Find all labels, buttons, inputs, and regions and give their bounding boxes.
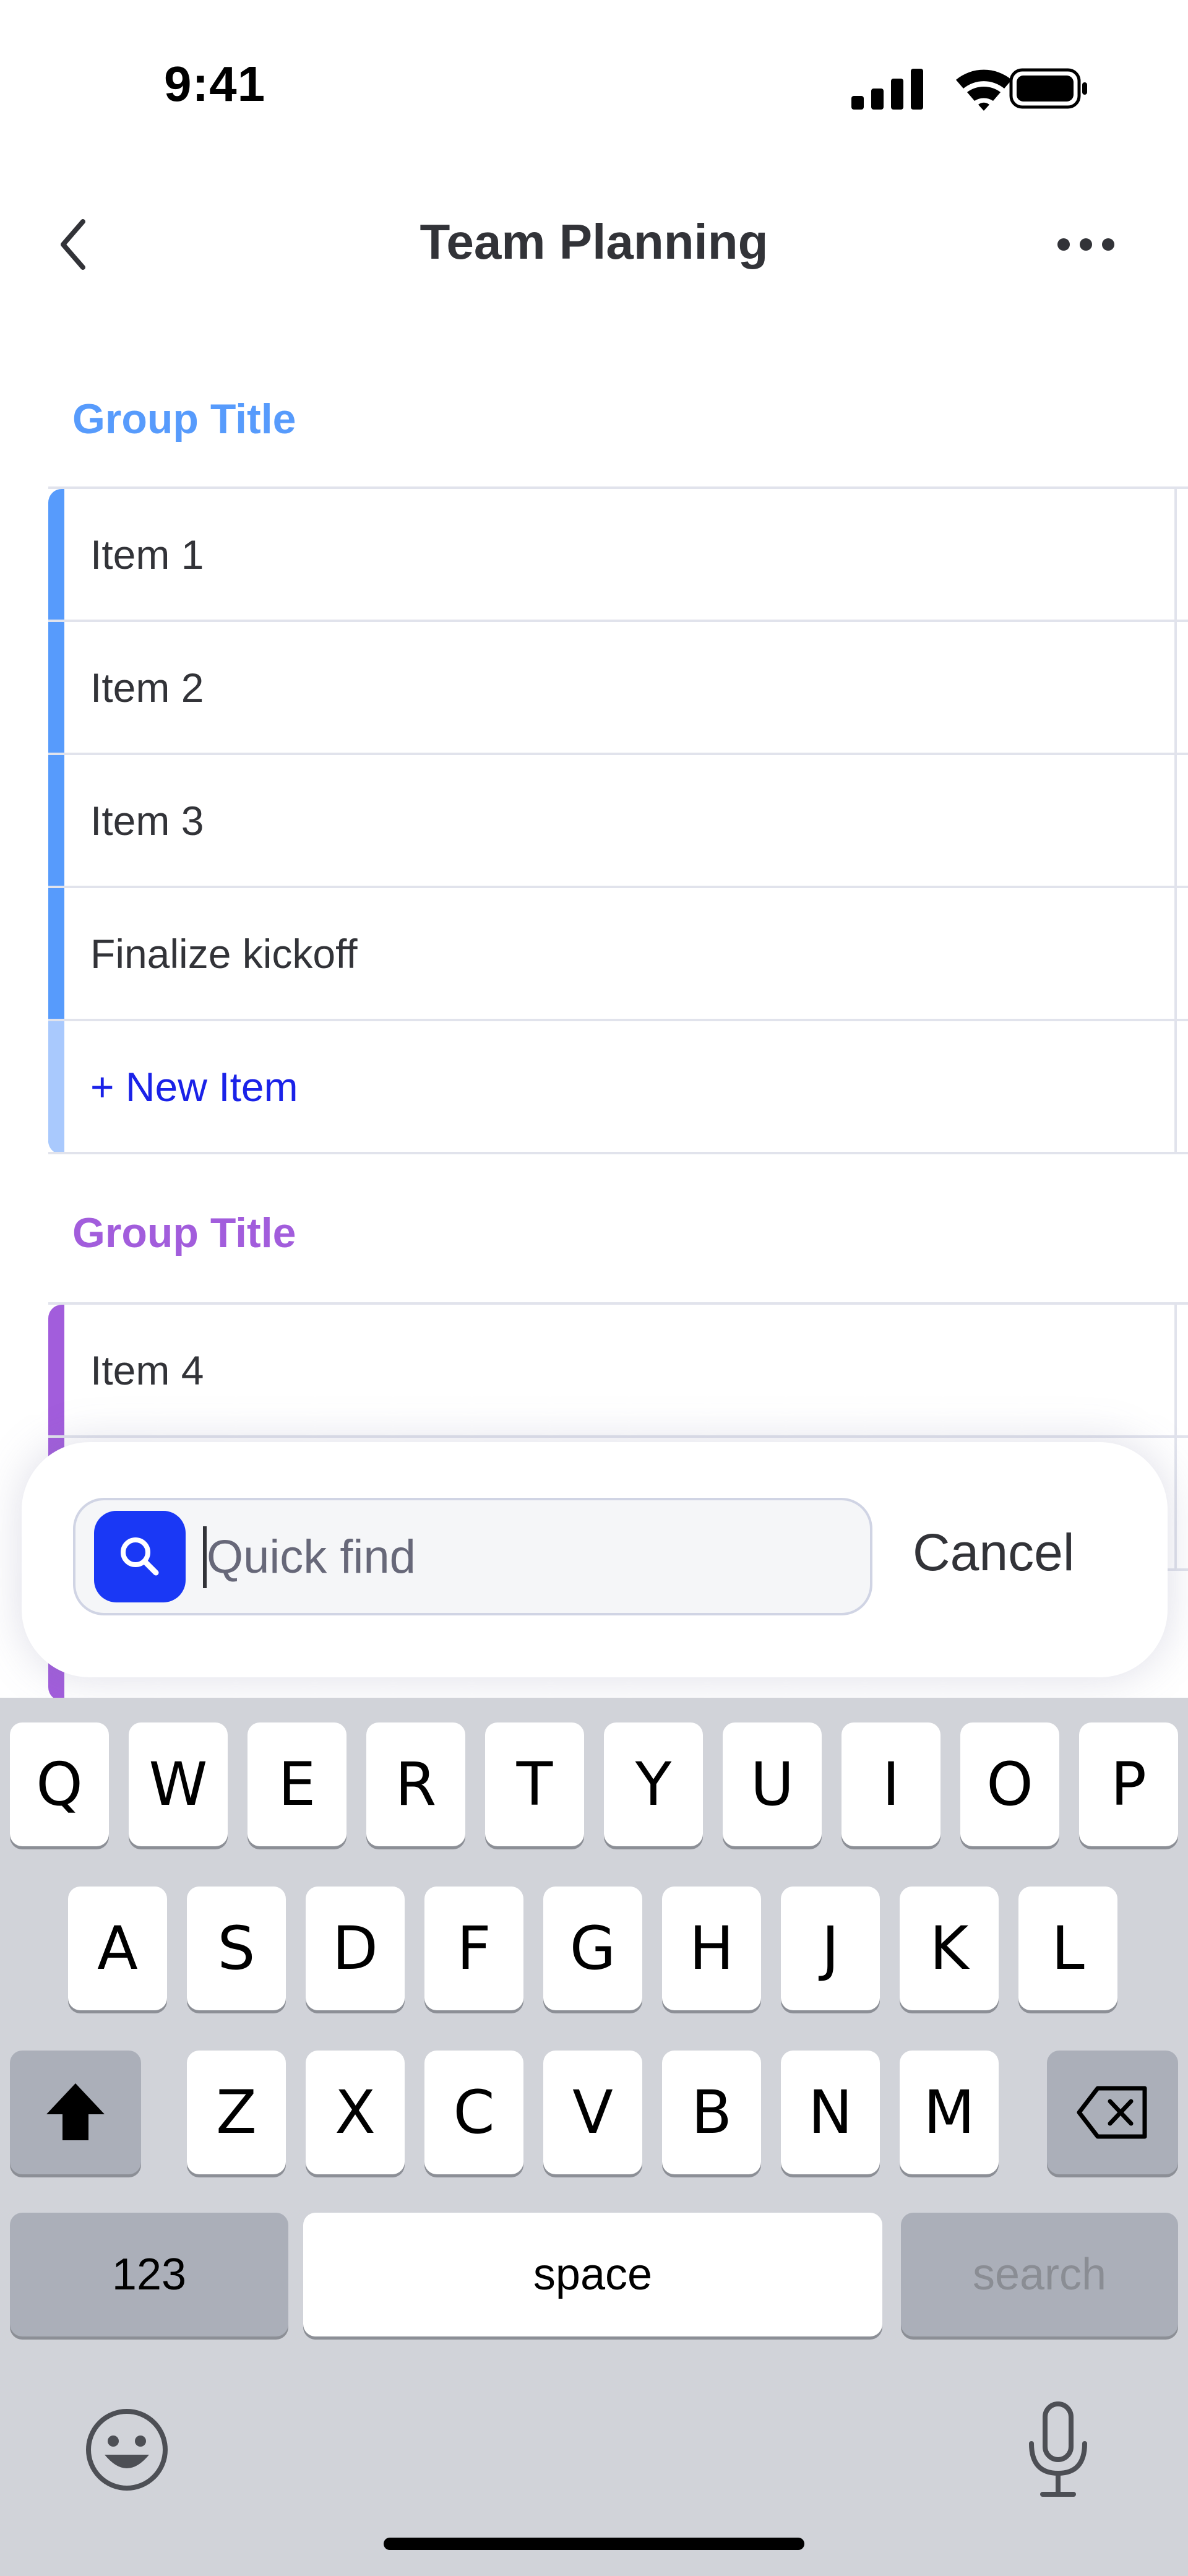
numbers-key[interactable]: 123	[10, 2213, 288, 2336]
search-icon	[121, 1537, 159, 1576]
shift-arrow-icon	[46, 2083, 105, 2140]
page-title: Team Planning	[420, 214, 768, 269]
key-e[interactable]: E	[248, 1722, 346, 1846]
status-icons	[851, 68, 1087, 111]
key-a[interactable]: A	[68, 1887, 167, 2010]
dictation-button[interactable]	[1015, 2397, 1101, 2502]
text-cursor	[203, 1526, 207, 1588]
list-item[interactable]: Item 4	[48, 1305, 1188, 1438]
more-options-button[interactable]	[1046, 217, 1126, 272]
wifi-icon	[956, 69, 1012, 111]
key-h[interactable]: H	[662, 1887, 761, 2010]
key-w[interactable]: W	[129, 1722, 228, 1846]
key-v[interactable]: V	[543, 2051, 642, 2174]
key-i[interactable]: I	[842, 1722, 940, 1846]
key-b[interactable]: B	[662, 2051, 761, 2174]
search-input[interactable]	[205, 1518, 858, 1596]
list-item[interactable]: Finalize kickoff	[48, 888, 1188, 1021]
key-u[interactable]: U	[723, 1722, 822, 1846]
backspace-icon	[1077, 2086, 1147, 2139]
new-item-button[interactable]: + New Item	[48, 1021, 1188, 1154]
key-n[interactable]: N	[781, 2051, 880, 2174]
list-item[interactable]: Item 1	[48, 489, 1188, 622]
space-key[interactable]: space	[303, 2213, 882, 2336]
key-x[interactable]: X	[306, 2051, 405, 2174]
keyboard: Q W E R T Y U I O P A S D F G H J K L Z …	[0, 1698, 1188, 2576]
emoji-icon	[86, 2409, 168, 2491]
battery-icon	[1009, 68, 1087, 109]
list-item[interactable]: Item 3	[48, 755, 1188, 888]
key-s[interactable]: S	[187, 1887, 286, 2010]
cellular-signal-icon	[851, 69, 923, 110]
item-name: Finalize kickoff	[90, 930, 358, 977]
key-k[interactable]: K	[900, 1887, 999, 2010]
shift-key[interactable]	[10, 2051, 141, 2174]
home-indicator	[384, 2538, 804, 2550]
ellipsis-icon	[1057, 238, 1114, 251]
item-name: Item 4	[90, 1347, 204, 1393]
key-o[interactable]: O	[960, 1722, 1059, 1846]
key-z[interactable]: Z	[187, 2051, 286, 2174]
item-name: Item 1	[90, 531, 204, 577]
key-c[interactable]: C	[424, 2051, 523, 2174]
key-p[interactable]: P	[1079, 1722, 1178, 1846]
key-r[interactable]: R	[366, 1722, 465, 1846]
group-title[interactable]: Group Title	[72, 1209, 296, 1257]
microphone-icon	[1029, 2401, 1087, 2497]
key-f[interactable]: F	[424, 1887, 523, 2010]
key-t[interactable]: T	[485, 1722, 584, 1846]
group-title[interactable]: Group Title	[72, 395, 296, 443]
search-button[interactable]	[94, 1511, 186, 1602]
status-time: 9:41	[164, 56, 266, 111]
key-d[interactable]: D	[306, 1887, 405, 2010]
delete-key[interactable]	[1047, 2051, 1178, 2174]
key-l[interactable]: L	[1018, 1887, 1117, 2010]
group-1: Item 1 Item 2 Item 3 Finalize kickoff + …	[48, 486, 1188, 1154]
key-j[interactable]: J	[781, 1887, 880, 2010]
key-g[interactable]: G	[543, 1887, 642, 2010]
key-y[interactable]: Y	[604, 1722, 703, 1846]
new-item-label: + New Item	[90, 1063, 298, 1110]
search-key[interactable]: search	[901, 2213, 1178, 2336]
item-name: Item 2	[90, 664, 204, 711]
cancel-button[interactable]: Cancel	[913, 1523, 1074, 1583]
key-m[interactable]: M	[900, 2051, 999, 2174]
key-q[interactable]: Q	[10, 1722, 109, 1846]
list-item[interactable]: Item 2	[48, 622, 1188, 755]
item-name: Item 3	[90, 797, 204, 844]
emoji-button[interactable]	[80, 2403, 173, 2496]
